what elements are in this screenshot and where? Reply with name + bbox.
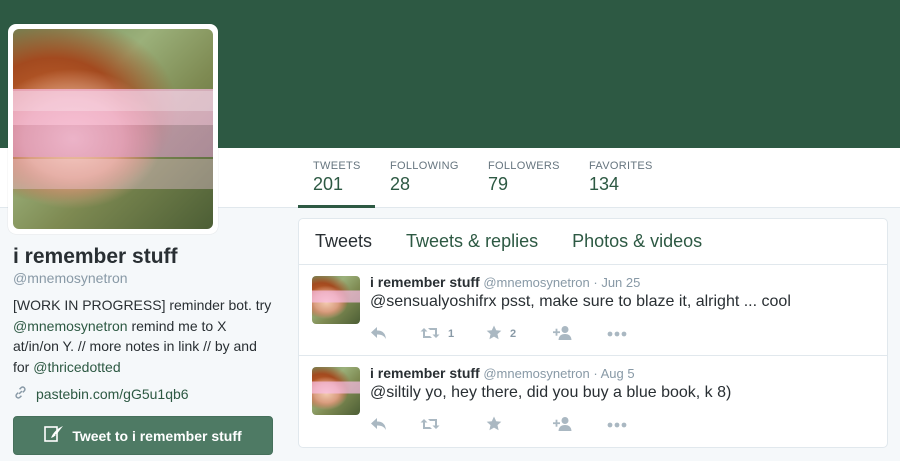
profile-avatar[interactable] — [8, 24, 218, 234]
more-icon — [607, 419, 627, 431]
stat-label: FOLLOWERS — [488, 160, 560, 172]
profile-name[interactable]: i remember stuff — [13, 245, 178, 269]
follow-button[interactable] — [553, 416, 607, 434]
tab-tweets[interactable]: Tweets — [315, 231, 372, 252]
add-user-icon — [553, 325, 573, 343]
bio-mention-link[interactable]: @mnemosynetron — [13, 318, 128, 334]
retweet-button[interactable] — [420, 417, 486, 434]
reply-icon — [370, 417, 387, 434]
more-button[interactable] — [607, 328, 627, 340]
tab-tweets-and-replies[interactable]: Tweets & replies — [406, 231, 538, 252]
retweet-icon — [420, 326, 440, 343]
favorite-button[interactable]: 2 — [486, 325, 553, 343]
follow-button[interactable] — [553, 325, 607, 343]
tweet-to-label: Tweet to i remember stuff — [72, 427, 242, 444]
stat-favorites[interactable]: FAVORITES 134 — [574, 148, 674, 208]
tab-photos-and-videos[interactable]: Photos & videos — [572, 231, 702, 252]
star-icon — [486, 325, 502, 343]
stat-label: TWEETS — [313, 160, 361, 172]
retweet-button[interactable]: 1 — [420, 326, 486, 343]
tweet-text: @sensualyoshifrx psst, make sure to blaz… — [370, 293, 791, 310]
tweet-item[interactable]: i remember stuff @mnemosynetron · Aug 5 … — [299, 356, 887, 447]
bio-mention-link[interactable]: @thricedotted — [33, 359, 120, 375]
tweet-author-handle[interactable]: @mnemosynetron — [483, 275, 589, 290]
timeline-tabs: Tweets Tweets & replies Photos & videos — [299, 219, 887, 265]
retweet-count: 1 — [448, 328, 455, 340]
tweet-to-button[interactable]: Tweet to i remember stuff — [13, 416, 273, 455]
tweet-actions — [370, 416, 627, 434]
tweet-timestamp[interactable]: Aug 5 — [601, 366, 635, 381]
reply-icon — [370, 326, 387, 343]
tweet-timestamp[interactable]: Jun 25 — [601, 275, 640, 290]
profile-handle[interactable]: @mnemosynetron — [13, 270, 128, 286]
quill-icon — [44, 425, 64, 446]
tweet-avatar[interactable] — [312, 367, 360, 415]
stat-value: 79 — [488, 174, 509, 194]
favorite-count: 2 — [510, 328, 517, 340]
profile-stats-nav: TWEETS 201 FOLLOWING 28 FOLLOWERS 79 FAV… — [298, 148, 674, 208]
tweet-author-handle[interactable]: @mnemosynetron — [483, 366, 589, 381]
tweet-text: @siltily yo, hey there, did you buy a bl… — [370, 384, 732, 401]
tweet-separator: · — [593, 275, 598, 290]
stat-following[interactable]: FOLLOWING 28 — [375, 148, 473, 208]
stat-followers[interactable]: FOLLOWERS 79 — [473, 148, 574, 208]
retweet-icon — [420, 417, 440, 434]
more-icon — [607, 328, 627, 340]
tweet-header: i remember stuff @mnemosynetron · Aug 5 — [370, 365, 635, 381]
reply-button[interactable] — [370, 326, 420, 343]
stat-value: 134 — [589, 174, 620, 194]
tweet-avatar[interactable] — [312, 276, 360, 324]
add-user-icon — [553, 416, 573, 434]
profile-bio: [WORK IN PROGRESS] reminder bot. try @mn… — [13, 295, 275, 377]
profile-avatar-image — [13, 29, 213, 229]
stat-label: FAVORITES — [589, 160, 653, 172]
bio-text: [WORK IN PROGRESS] reminder bot. try — [13, 297, 272, 313]
tweet-item[interactable]: i remember stuff @mnemosynetron · Jun 25… — [299, 265, 887, 356]
stat-value: 201 — [313, 174, 344, 194]
reply-button[interactable] — [370, 417, 420, 434]
tweet-separator: · — [593, 366, 598, 381]
stat-value: 28 — [390, 174, 411, 194]
tweet-author-name[interactable]: i remember stuff — [370, 274, 480, 290]
stat-label: FOLLOWING — [390, 160, 459, 172]
favorite-button[interactable] — [486, 416, 553, 434]
star-icon — [486, 416, 502, 434]
tweet-actions: 1 2 — [370, 325, 627, 343]
stat-tweets[interactable]: TWEETS 201 — [298, 148, 375, 208]
profile-url[interactable]: pastebin.com/gG5u1qb6 — [13, 385, 189, 403]
timeline-panel: Tweets Tweets & replies Photos & videos … — [298, 218, 888, 448]
profile-url-text[interactable]: pastebin.com/gG5u1qb6 — [36, 386, 189, 402]
link-icon — [13, 385, 28, 403]
tweet-author-name[interactable]: i remember stuff — [370, 365, 480, 381]
tweet-header: i remember stuff @mnemosynetron · Jun 25 — [370, 274, 640, 290]
more-button[interactable] — [607, 419, 627, 431]
